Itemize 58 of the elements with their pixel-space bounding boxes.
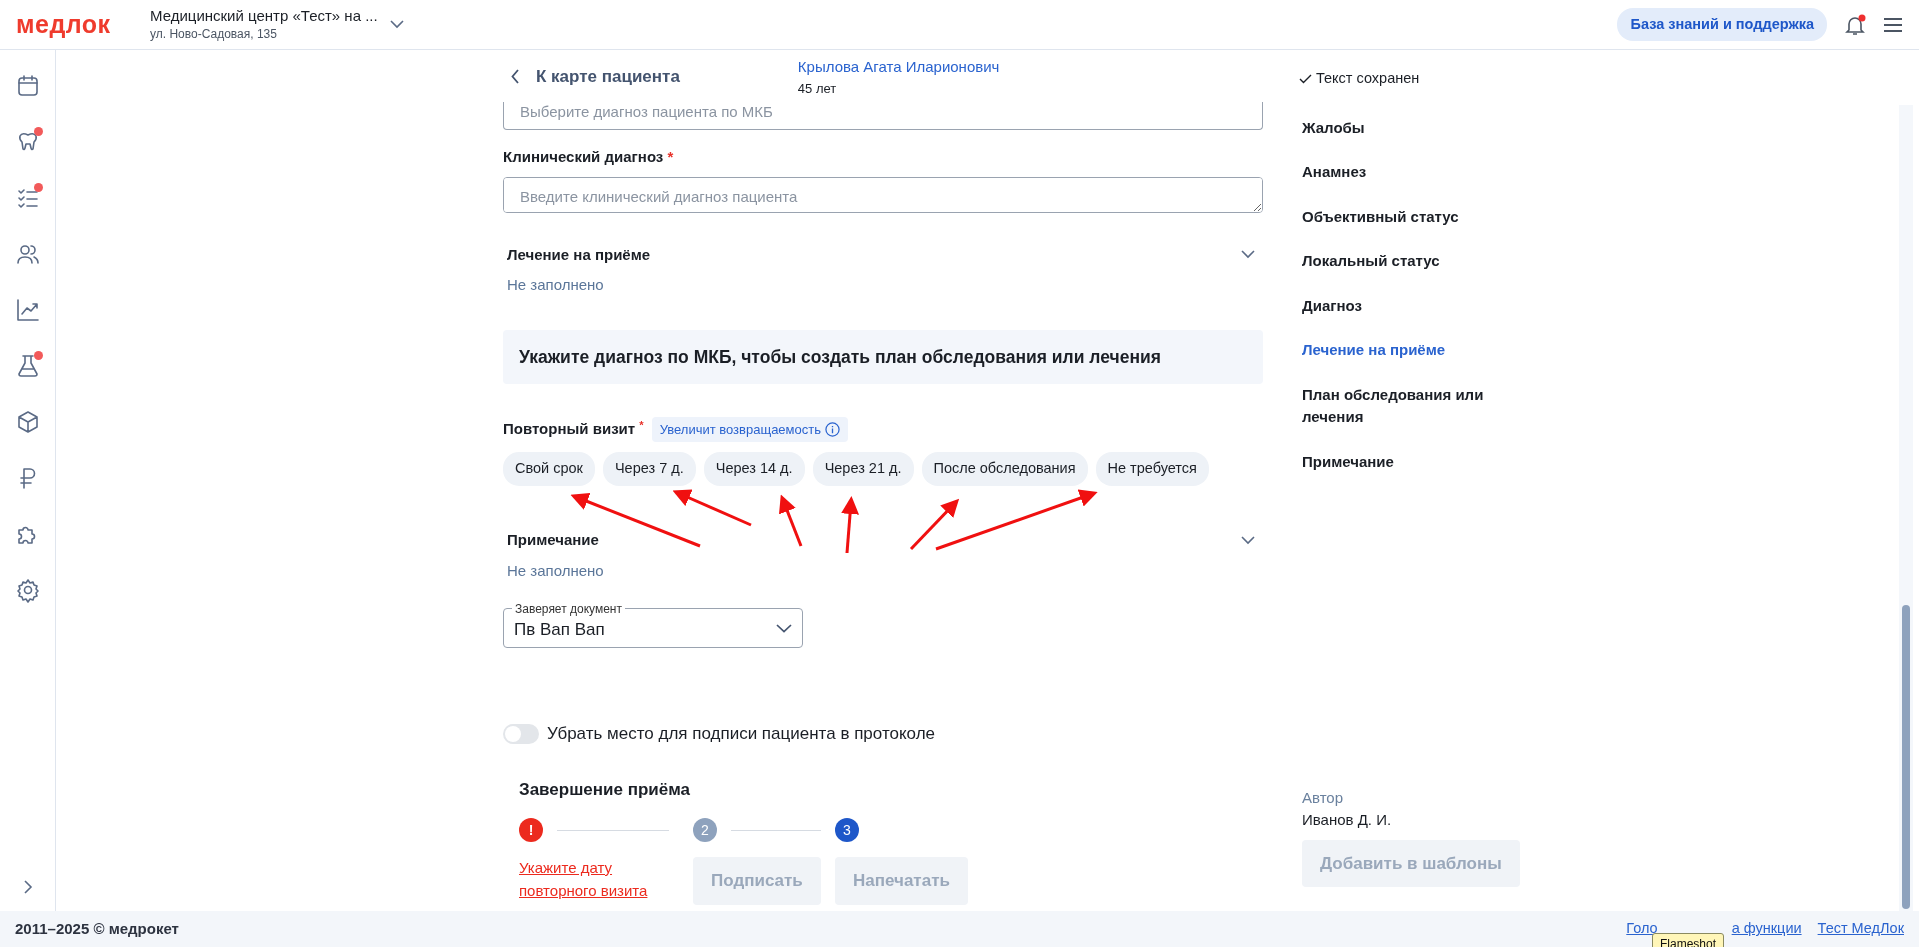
- annotation-arrow: [779, 494, 803, 547]
- chevron-left-icon: [511, 69, 520, 85]
- footer-link[interactable]: Тест МедЛок: [1817, 918, 1904, 940]
- chevron-down-icon[interactable]: [1241, 250, 1255, 260]
- outline-link[interactable]: Примечание: [1302, 450, 1492, 474]
- step-marker: !: [519, 818, 543, 842]
- option-chip[interactable]: Через 14 д.: [703, 452, 805, 486]
- menu-icon[interactable]: [1883, 16, 1903, 33]
- outline-link[interactable]: Локальный статус: [1302, 250, 1492, 273]
- back-link[interactable]: К карте пациента: [511, 64, 680, 90]
- footer-link[interactable]: а функции: [1731, 918, 1802, 940]
- section-title: Завершение приёма: [519, 778, 692, 801]
- field-label: Повторный визит $^{*}$: [503, 418, 644, 440]
- patient-age: 45 лет: [797, 79, 838, 98]
- toggle-label: Убрать место для подписи пациента в протоколе: [547, 723, 935, 745]
- author-name: Иванов Д. И.: [1302, 810, 1393, 830]
- step-marker: 3: [835, 818, 859, 842]
- chevron-down-icon[interactable]: [1241, 535, 1255, 545]
- section-value: Не заполнено: [506, 275, 605, 295]
- check-icon: [1299, 73, 1312, 84]
- chevron-down-icon: [776, 623, 792, 633]
- toggle-switch[interactable]: [503, 723, 539, 744]
- clinic-name[interactable]: Медицинский центр «Тест» на ...: [150, 6, 378, 25]
- info-notice: Укажите диагноз по МКБ, чтобы создать план обследования или лечения: [503, 329, 1263, 384]
- outline-link[interactable]: Жалобы: [1302, 116, 1492, 140]
- section-title: Примечание: [507, 530, 599, 550]
- author-label: Автор: [1302, 787, 1345, 808]
- section-title: Лечение на приёме: [507, 244, 651, 265]
- option-chip[interactable]: Не требуется: [1095, 452, 1209, 486]
- field-label: Клинический диагноз *: [503, 147, 675, 167]
- option-chip[interactable]: Через 21 д.: [812, 452, 914, 486]
- outline-link[interactable]: План обследования или лечения: [1302, 383, 1492, 429]
- copyright: 2011–2025 © медрокет: [15, 918, 179, 939]
- scrollbar[interactable]: [1899, 105, 1913, 911]
- option-chip[interactable]: После обследования: [921, 452, 1088, 486]
- diagnosis-field[interactable]: Выберите диагноз пациента по МКБ: [503, 102, 1263, 130]
- outline-link[interactable]: Диагноз: [1302, 294, 1492, 318]
- annotation-arrow: [841, 496, 860, 554]
- option-chip[interactable]: Через 7 д.: [602, 452, 696, 486]
- logo[interactable]: медлок: [16, 5, 134, 44]
- step-marker: 2: [693, 818, 717, 842]
- notification-bell-icon[interactable]: [1843, 12, 1867, 37]
- chevron-down-icon[interactable]: [389, 20, 404, 29]
- support-button[interactable]: База знаний и поддержка: [1617, 7, 1827, 42]
- section-value: Не заполнено: [506, 560, 605, 581]
- expand-icon[interactable]: [22, 879, 33, 895]
- hint-badge[interactable]: Увеличит возвращаемость: [651, 416, 848, 443]
- outline-link[interactable]: Анамнез: [1302, 161, 1492, 184]
- gear-icon[interactable]: [14, 577, 41, 603]
- outline-link[interactable]: Объективный статус: [1302, 205, 1492, 229]
- outline-link[interactable]: Лечение на приёме: [1302, 339, 1492, 362]
- error-link[interactable]: Укажите дату повторного визита: [519, 857, 654, 902]
- save-status: Текст сохранен: [1316, 69, 1420, 88]
- patient-name-link[interactable]: Крылова Агата Иларионович: [797, 56, 1000, 79]
- diagnosis-textarea[interactable]: Введите клинический диагноз пациента: [503, 176, 1263, 213]
- chart-icon[interactable]: [14, 297, 41, 323]
- clinic-address: ул. Ново-Садовая, 135: [150, 25, 278, 43]
- option-chip[interactable]: Свой срок: [503, 452, 595, 486]
